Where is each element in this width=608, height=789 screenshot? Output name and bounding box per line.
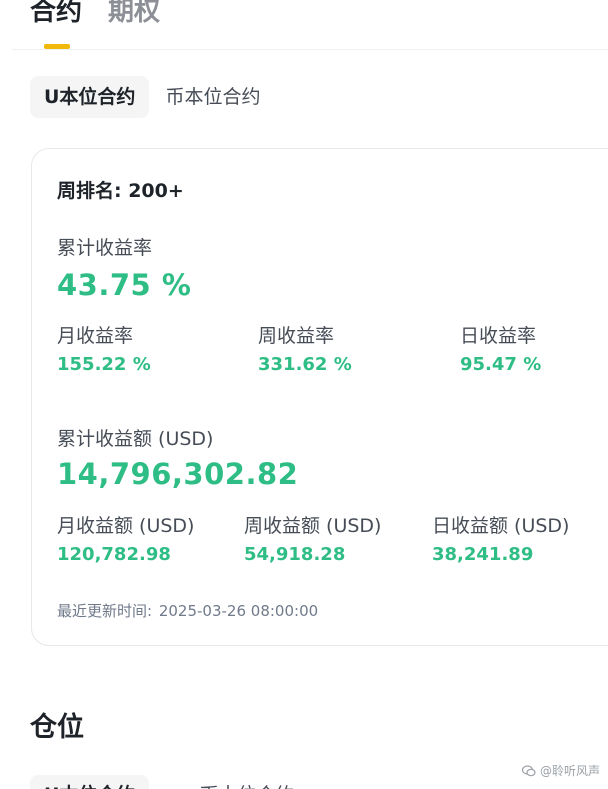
sub-tab-coinm-futures[interactable]: 币本位合约 <box>151 76 274 118</box>
performance-card: 周排名: 200+ 累计收益率 43.75 % 月收益率 155.22 % 周收… <box>31 148 608 646</box>
tab-divider <box>12 49 608 50</box>
monthly-return-rate-value: 155.22 % <box>57 354 151 375</box>
positions-tab-bar: U本位合约 币本位合约 <box>30 775 308 789</box>
daily-return-rate-label: 日收益率 <box>460 325 537 347</box>
weekly-return-rate-value: 331.62 % <box>258 354 352 375</box>
total-return-rate-value: 43.75 % <box>57 268 192 302</box>
tab-options[interactable]: 期权 <box>108 0 160 32</box>
total-return-rate-label: 累计收益率 <box>57 237 153 259</box>
positions-tab-coinm[interactable]: 币本位合约 <box>185 775 308 789</box>
page-root: 合约 期权 U本位合约 币本位合约 周排名: 200+ 累计收益率 43.75 … <box>0 0 608 789</box>
last-updated-time: 2025-03-26 08:00:00 <box>158 602 319 620</box>
monthly-return-rate-label: 月收益率 <box>57 325 134 347</box>
positions-tab-usdm[interactable]: U本位合约 <box>30 775 150 789</box>
sub-tab-usdm-futures[interactable]: U本位合约 <box>30 76 150 118</box>
sub-tab-bar: U本位合约 币本位合约 <box>30 76 274 118</box>
daily-return-rate-value: 95.47 % <box>460 354 542 375</box>
watermark-text: @聆听风声 <box>539 764 600 778</box>
weekly-rank: 周排名: 200+ <box>57 180 184 202</box>
last-updated-label: 最近更新时间: <box>57 602 153 620</box>
tab-futures[interactable]: 合约 <box>30 0 82 32</box>
last-updated: 最近更新时间: 2025-03-26 08:00:00 <box>57 600 318 621</box>
monthly-pnl-value: 120,782.98 <box>57 544 171 565</box>
watermark: @聆听风声 <box>521 762 600 779</box>
total-pnl-label: 累计收益额 (USD) <box>57 428 214 450</box>
positions-title: 仓位 <box>30 712 84 743</box>
weekly-pnl-label: 周收益额 (USD) <box>244 515 382 537</box>
daily-pnl-value: 38,241.89 <box>432 544 534 565</box>
daily-pnl-label: 日收益额 (USD) <box>432 515 570 537</box>
total-pnl-value: 14,796,302.82 <box>57 457 299 491</box>
top-tab-bar: 合约 期权 <box>30 0 160 32</box>
weekly-pnl-value: 54,918.28 <box>244 544 346 565</box>
wechat-bubble-icon <box>521 764 536 776</box>
weekly-return-rate-label: 周收益率 <box>258 325 335 347</box>
monthly-pnl-label: 月收益额 (USD) <box>57 515 195 537</box>
